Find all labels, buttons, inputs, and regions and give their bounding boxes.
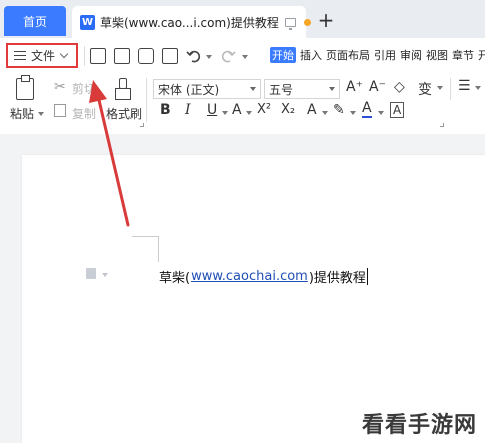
shrink-font-button[interactable]: A⁻ [369, 79, 386, 95]
ribbon-tab-review[interactable]: 审阅 [400, 47, 422, 63]
font-color-a-dropdown-icon[interactable] [246, 111, 252, 115]
redo-icon[interactable] [220, 48, 236, 64]
font-size-select[interactable]: 五号 [264, 79, 340, 99]
tab-home-label: 首页 [22, 14, 47, 29]
ribbon-tab-sections[interactable]: 章节 [452, 47, 474, 63]
font-name-select[interactable]: 宋体 (正文) [153, 79, 261, 99]
undo-dropdown-icon[interactable] [206, 55, 212, 59]
group-divider [450, 78, 451, 100]
text-effect-button[interactable]: A [307, 102, 317, 118]
paragraph-layout-dropdown-icon[interactable] [102, 273, 108, 277]
superscript-button[interactable]: X² [257, 102, 271, 117]
format-painter-icon[interactable] [114, 78, 131, 100]
undo-icon[interactable] [186, 48, 202, 64]
paste-icon[interactable] [16, 75, 34, 100]
file-menu-button[interactable]: 文件 [6, 43, 78, 68]
font-color-dropdown-icon[interactable] [378, 111, 384, 115]
toolbar-divider [84, 46, 85, 66]
format-painter-button[interactable]: 格式刷 [106, 105, 142, 122]
margin-marker [158, 236, 159, 262]
paste-button[interactable]: 粘贴 [10, 105, 34, 122]
print-preview-icon[interactable] [162, 48, 178, 64]
bullet-list-icon[interactable]: ☰ [458, 78, 471, 94]
group-divider [146, 78, 147, 122]
ribbon-tab-overflow[interactable]: 开 [478, 47, 485, 63]
font-name-value: 宋体 (正文) [158, 82, 220, 97]
margin-marker [132, 236, 159, 237]
tab-document[interactable]: W 草柴(www.cao...i.com)提供教程 [72, 6, 311, 38]
document-canvas [0, 134, 485, 443]
scissors-icon: ✂ [54, 79, 66, 95]
monitor-icon[interactable] [284, 17, 296, 30]
clear-format-icon[interactable]: ◇ [394, 79, 405, 95]
highlight-dropdown-icon[interactable] [350, 111, 356, 115]
paste-dropdown-icon[interactable] [38, 112, 44, 116]
ribbon-tab-view[interactable]: 视图 [426, 47, 448, 63]
ribbon-menu-tabs: 开始 插入 页面布局 引用 审阅 视图 章节 开 [270, 47, 485, 63]
save-as-icon[interactable] [114, 48, 130, 64]
print-icon[interactable] [138, 48, 154, 64]
new-tab-button[interactable]: + [316, 8, 336, 32]
bold-button[interactable]: B [160, 102, 171, 118]
font-size-value: 五号 [269, 82, 294, 97]
chevron-down-icon [59, 49, 69, 59]
grow-font-button[interactable]: A⁺ [346, 79, 363, 95]
body-text-suffix: )提供教程 [308, 271, 366, 286]
watermark-text: 看看手游网 [361, 413, 477, 438]
word-doc-icon: W [80, 14, 95, 30]
document-page[interactable] [22, 155, 485, 443]
chevron-down-icon [329, 87, 335, 91]
ribbon-tab-home[interactable]: 开始 [270, 47, 296, 63]
hyperlink[interactable]: www.caochai.com [191, 269, 308, 284]
ribbon-tab-references[interactable]: 引用 [374, 47, 396, 63]
text-cursor [366, 268, 369, 285]
ribbon-home-panel: 粘贴 ✂ 剪切 复制 格式刷 宋体 (正文) 五号 A⁺ A⁻ ◇ 变 ☰ B … [0, 72, 485, 134]
underline-button[interactable]: U [207, 102, 217, 118]
save-icon[interactable] [90, 48, 106, 64]
file-menu-label: 文件 [31, 49, 56, 63]
document-body-text[interactable]: 草柴( www.caochai.com )提供教程 [159, 267, 369, 286]
more-options-icon[interactable] [242, 55, 248, 59]
ribbon-tab-page-layout[interactable]: 页面布局 [326, 47, 370, 63]
text-effect-dropdown-icon[interactable] [322, 111, 328, 115]
ribbon-tab-insert[interactable]: 插入 [300, 47, 322, 63]
cut-button[interactable]: 剪切 [72, 80, 96, 97]
paragraph-layout-icon[interactable] [86, 268, 96, 279]
phonetic-dropdown-icon[interactable] [437, 86, 443, 90]
tab-home[interactable]: 首页 [4, 6, 66, 36]
tab-bar: 首页 W 草柴(www.cao...i.com)提供教程 + [0, 0, 485, 38]
subscript-button[interactable]: X₂ [281, 102, 295, 117]
font-color-a-button[interactable]: A [232, 102, 242, 118]
font-group-expander[interactable] [440, 123, 444, 127]
bullet-list-dropdown-icon[interactable] [475, 86, 481, 90]
unsaved-indicator [303, 18, 311, 26]
underline-dropdown-icon[interactable] [222, 111, 228, 115]
font-color-button[interactable]: A [362, 100, 372, 118]
copy-icon [54, 104, 66, 117]
quick-access-toolbar: 文件 开始 插入 页面布局 引用 审阅 视图 章节 开 [0, 38, 485, 72]
clipboard-group-expander[interactable] [140, 123, 144, 127]
chevron-down-icon [250, 87, 256, 91]
character-border-button[interactable]: A [390, 102, 405, 118]
copy-button[interactable]: 复制 [72, 105, 96, 122]
body-text-prefix: 草柴( [159, 271, 191, 286]
highlight-icon[interactable]: ✎ [333, 102, 345, 118]
document-tab-title: 草柴(www.cao...i.com)提供教程 [100, 15, 279, 30]
italic-button[interactable]: I [185, 102, 191, 118]
hamburger-icon [14, 50, 26, 61]
phonetic-guide-button[interactable]: 变 [418, 79, 432, 99]
